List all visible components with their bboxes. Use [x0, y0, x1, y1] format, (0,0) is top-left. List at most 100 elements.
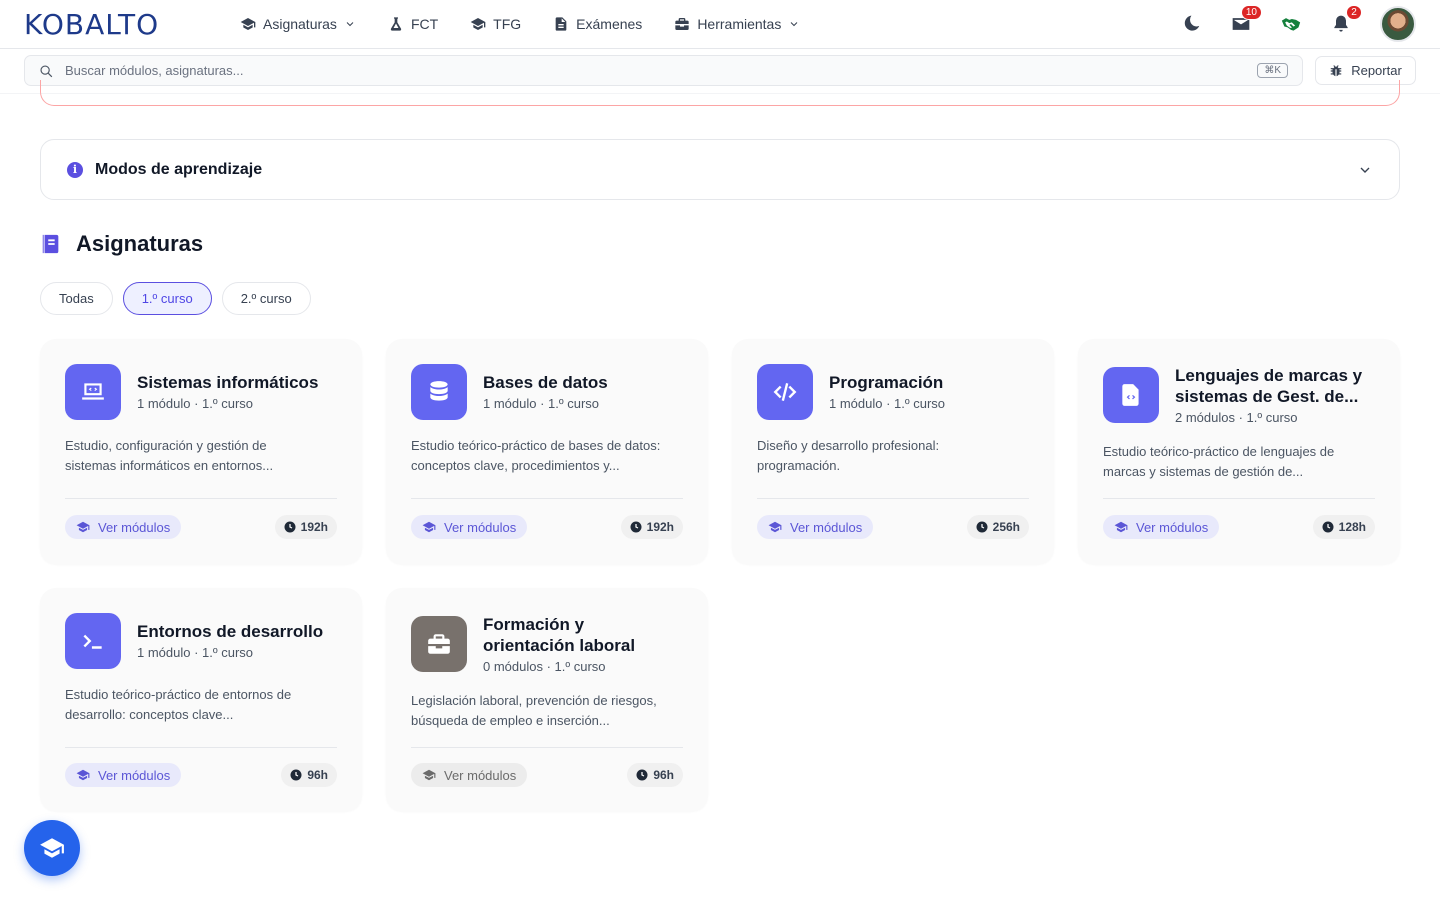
- hours-badge: 96h: [281, 763, 337, 787]
- chevron-down-icon: [346, 22, 354, 27]
- nav-herramientas[interactable]: Herramientas: [674, 16, 800, 32]
- subject-card[interactable]: Bases de datos 1 módulo · 1.º curso Estu…: [386, 339, 708, 564]
- graduation-cap-icon: [422, 769, 436, 781]
- laptop-code-icon: [65, 364, 121, 420]
- filter-primer-curso[interactable]: 1.º curso: [122, 282, 212, 315]
- search-input[interactable]: [65, 63, 1258, 78]
- graduation-cap-icon: [76, 521, 90, 533]
- view-modules-button[interactable]: Ver módulos: [411, 763, 528, 787]
- view-modules-button[interactable]: Ver módulos: [65, 515, 182, 539]
- floating-action-button[interactable]: [24, 820, 80, 876]
- graduation-cap-icon: [1114, 521, 1128, 533]
- subject-card[interactable]: Lenguajes de marcas y sistemas de Gest. d…: [1078, 339, 1400, 564]
- section-header: Asignaturas: [40, 231, 203, 257]
- subject-card[interactable]: Entornos de desarrollo 1 módulo · 1.º cu…: [40, 588, 362, 811]
- nav-label: Exámenes: [576, 16, 643, 32]
- nav-label: Asignaturas: [263, 16, 337, 32]
- chevron-down-icon: [1360, 167, 1370, 173]
- card-description: Diseño y desarrollo profesional: programa…: [757, 438, 940, 473]
- file-code-icon: [1103, 367, 1159, 423]
- card-title: Bases de datos: [483, 373, 608, 392]
- subject-card[interactable]: Formación y orientación laboral 0 módulos…: [386, 588, 708, 811]
- hours-badge: 96h: [627, 763, 683, 787]
- card-description: Legislación laboral, prevención de riesg…: [411, 693, 657, 728]
- briefcase-icon: [411, 616, 467, 672]
- card-description: Estudio teórico-práctico de lenguajes de…: [1103, 444, 1335, 479]
- view-modules-button[interactable]: Ver módulos: [1103, 515, 1220, 539]
- card-meta: 2 módulos · 1.º curso: [1175, 410, 1298, 425]
- card-description: Estudio teórico-práctico de entornos de d…: [65, 687, 292, 722]
- card-divider: [1103, 498, 1375, 499]
- hours-badge: 192h: [274, 515, 337, 539]
- nav-label: TFG: [493, 16, 522, 32]
- card-meta: 1 módulo · 1.º curso: [483, 396, 600, 411]
- handshake-button[interactable]: [1280, 13, 1302, 35]
- card-title: Entornos de desarrollo: [137, 622, 324, 641]
- clock-icon: [1322, 521, 1334, 533]
- clock-icon: [284, 521, 296, 533]
- chevron-down-icon: [790, 22, 798, 27]
- card-divider: [757, 498, 1029, 499]
- nav-label: Herramientas: [697, 16, 782, 32]
- keyboard-shortcut-hint: ⌘K: [1257, 63, 1288, 78]
- messages-badge: 10: [1240, 5, 1262, 20]
- clock-icon: [976, 521, 988, 533]
- filter-todas[interactable]: Todas: [40, 282, 113, 315]
- info-icon: i: [67, 161, 83, 178]
- card-divider: [65, 747, 337, 748]
- nav-label: FCT: [410, 16, 439, 32]
- learning-modes-accordion[interactable]: i Modos de aprendizaje: [40, 139, 1400, 200]
- graduation-cap-icon: [240, 18, 256, 30]
- accordion-title: Modos de aprendizaje: [95, 160, 263, 178]
- alert-card-edge: [40, 80, 1400, 106]
- main-nav: Asignaturas FCT TFG Exámenes Herramienta…: [240, 0, 800, 48]
- card-title: Lenguajes de marcas y sistemas de Gest. d…: [1175, 366, 1363, 406]
- card-divider: [411, 747, 683, 748]
- clock-icon: [630, 521, 642, 533]
- brand-logo[interactable]: KOBALTO: [24, 8, 159, 41]
- notifications-badge: 2: [1346, 5, 1362, 20]
- header-actions: 10 2: [1180, 0, 1416, 48]
- card-meta: 1 módulo · 1.º curso: [137, 396, 254, 411]
- code-icon: [757, 364, 813, 420]
- terminal-icon: [65, 613, 121, 669]
- clock-icon: [636, 769, 648, 781]
- card-divider: [65, 498, 337, 499]
- book-icon: [42, 234, 59, 254]
- moon-icon: [1184, 15, 1200, 31]
- card-meta: 0 módulos · 1.º curso: [483, 659, 606, 674]
- graduation-cap-icon: [470, 18, 486, 30]
- top-navbar: KOBALTO Asignaturas FCT TFG Exámenes Her…: [0, 0, 1440, 49]
- handshake-icon: [1281, 18, 1301, 31]
- card-title: Sistemas informáticos: [137, 373, 319, 392]
- view-modules-button[interactable]: Ver módulos: [65, 763, 182, 787]
- theme-toggle-button[interactable]: [1180, 13, 1202, 35]
- toolbox-icon: [675, 18, 689, 30]
- database-icon: [411, 364, 467, 420]
- view-modules-button[interactable]: Ver módulos: [757, 515, 874, 539]
- section-title: Asignaturas: [76, 231, 204, 256]
- clock-icon: [290, 769, 302, 781]
- hours-badge: 128h: [1312, 515, 1375, 539]
- graduation-cap-icon: [768, 521, 782, 533]
- bug-icon: [1330, 64, 1342, 76]
- card-description: Estudio teórico-práctico de bases de dat…: [411, 438, 661, 473]
- user-avatar[interactable]: [1380, 6, 1416, 42]
- subject-card[interactable]: Sistemas informáticos 1 módulo · 1.º cur…: [40, 339, 362, 564]
- graduation-cap-icon: [40, 838, 64, 858]
- card-divider: [411, 498, 683, 499]
- notifications-button[interactable]: 2: [1330, 5, 1362, 35]
- search-icon: [40, 64, 53, 77]
- nav-fct[interactable]: FCT: [388, 16, 438, 32]
- view-modules-button[interactable]: Ver módulos: [411, 515, 528, 539]
- subject-card[interactable]: Programación 1 módulo · 1.º curso Diseño…: [732, 339, 1054, 564]
- card-description: Estudio, configuración y gestión de siste…: [65, 438, 274, 473]
- nav-asignaturas[interactable]: Asignaturas: [240, 16, 356, 32]
- messages-button[interactable]: 10: [1230, 5, 1262, 35]
- filter-segundo-curso[interactable]: 2.º curso: [221, 282, 311, 315]
- graduation-cap-icon: [76, 769, 90, 781]
- hours-badge: 256h: [966, 515, 1029, 539]
- hours-badge: 192h: [620, 515, 683, 539]
- nav-examenes[interactable]: Exámenes: [553, 16, 642, 32]
- nav-tfg[interactable]: TFG: [470, 16, 521, 32]
